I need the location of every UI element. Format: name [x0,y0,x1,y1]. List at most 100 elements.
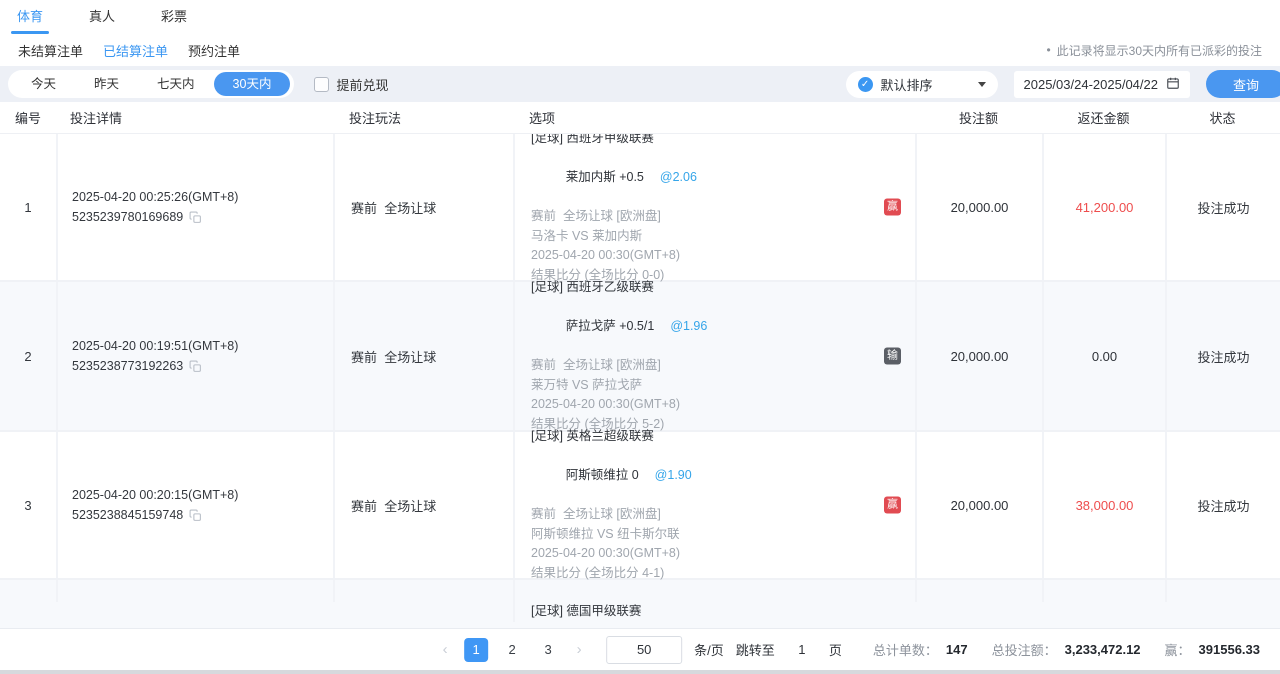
page-1-button[interactable]: 1 [464,638,488,662]
row-number: 2 [0,282,56,430]
table-row: 1 2025-04-20 00:25:26(GMT+8) 52352397801… [0,134,1280,282]
copy-icon[interactable] [189,509,202,522]
bet-play-cell: 赛前 全场让球 [333,282,513,430]
odds-value: @1.96 [670,319,707,333]
header-payout: 返还金额 [1042,108,1165,127]
page-2-button[interactable]: 2 [500,638,524,662]
bet-detail-cell [56,580,333,602]
record-note: • 此记录将显示30天内所有已派彩的投注 [1046,42,1272,59]
subtab-settled[interactable]: 已结算注单 [93,41,178,60]
filter-today[interactable]: 今天 [12,72,75,96]
total-win-label: 赢： [1165,640,1191,659]
stake-amount: 20,000.00 [915,432,1042,578]
stake-amount: 20,000.00 [915,282,1042,430]
bet-time: 2025-04-20 00:19:51(GMT+8) [72,339,333,353]
total-stake-label: 总投注额： [992,640,1057,659]
quick-date-filter-group: 今天 昨天 七天内 30天内 [8,70,294,98]
bet-detail-cell: 2025-04-20 00:20:15(GMT+8) 5235238845159… [56,432,333,578]
tab-sports-label: 体育 [17,9,43,24]
subtab-reserved[interactable]: 预约注单 [178,41,250,60]
subtab-unsettled[interactable]: 未结算注单 [8,41,93,60]
bet-play-cell [333,580,513,602]
bet-play-cell: 赛前 全场让球 [333,432,513,578]
sort-dropdown-value: 默认排序 [881,75,970,94]
pick-name: 莱加内斯 +0.5 [566,170,644,184]
page-unit-label: 页 [829,640,842,659]
filter-30days[interactable]: 30天内 [214,72,291,96]
row-number [0,580,56,602]
cashout-filter[interactable]: 提前兑现 [314,75,388,94]
total-count-value: 147 [946,642,968,657]
page-3-button[interactable]: 3 [536,638,560,662]
search-button[interactable]: 查询 [1206,70,1280,98]
cashout-label: 提前兑现 [336,75,388,94]
total-win-value: 391556.33 [1199,642,1260,657]
filter-bar: 今天 昨天 七天内 30天内 提前兑现 ✓ 默认排序 2025/03/24-20… [0,66,1280,102]
payout-amount: 41,200.00 [1076,200,1134,215]
table-row: 2 2025-04-20 00:19:51(GMT+8) 52352387731… [0,282,1280,432]
table-body: 1 2025-04-20 00:25:26(GMT+8) 52352397801… [0,134,1280,628]
play-detail: 赛前 全场让球 [欧洲盘] [531,207,915,227]
bet-time: 2025-04-20 00:20:15(GMT+8) [72,488,333,502]
tab-live-casino[interactable]: 真人 [89,0,115,34]
table-header: 编号 投注详情 投注玩法 选项 投注额 返还金额 状态 [0,102,1280,134]
payout-amount: 38,000.00 [1076,498,1134,513]
calendar-icon [1166,76,1180,93]
league-name: [足球] 西班牙乙级联赛 [531,278,915,298]
filter-right-controls: ✓ 默认排序 2025/03/24-2025/04/22 查询 [846,70,1272,98]
page-size-input[interactable] [606,636,682,664]
next-page-icon[interactable]: › [572,641,586,658]
jump-to-label: 跳转至 [736,640,775,659]
row-number: 3 [0,432,56,578]
row-number: 1 [0,134,56,280]
match-time: 2025-04-20 00:30(GMT+8) [531,395,915,415]
tab-live-casino-label: 真人 [89,9,115,24]
match-time: 2025-04-20 00:30(GMT+8) [531,246,915,266]
total-count-label: 总计单数： [873,640,938,659]
pick-name: 阿斯顿维拉 0 [566,468,639,482]
bet-id: 5235238773192263 [72,359,183,373]
active-tab-underline [11,31,49,34]
odds-value: @1.90 [655,468,692,482]
header-stake: 投注额 [915,108,1042,127]
bet-detail-cell: 2025-04-20 00:19:51(GMT+8) 5235238773192… [56,282,333,430]
payout-amount [1042,580,1165,602]
per-page-label: 条/页 [694,640,724,659]
record-note-text: 此记录将显示30天内所有已派彩的投注 [1057,42,1262,59]
date-range-value: 2025/03/24-2025/04/22 [1024,77,1158,92]
stake-amount: 20,000.00 [915,134,1042,280]
jump-page-input[interactable] [787,642,817,657]
tab-lottery-label: 彩票 [161,9,187,24]
header-option: 选项 [513,108,915,127]
copy-icon[interactable] [189,211,202,224]
match-teams: 莱万特 VS 萨拉戈萨 [531,376,915,396]
date-range-picker[interactable]: 2025/03/24-2025/04/22 [1014,71,1190,98]
pagination: ‹ 1 2 3 › 条/页 跳转至 页 [438,636,842,664]
sort-dropdown[interactable]: ✓ 默认排序 [846,71,998,98]
bet-option-cell: [足球] 西班牙乙级联赛 萨拉戈萨 +0.5/1@1.96 赛前 全场让球 [欧… [513,282,915,430]
payout-amount: 0.00 [1092,349,1117,364]
sub-tab-bar: 未结算注单 已结算注单 预约注单 • 此记录将显示30天内所有已派彩的投注 [0,34,1280,66]
bet-option-cell: [足球] 英格兰超级联赛 阿斯顿维拉 0@1.90 赛前 全场让球 [欧洲盘] … [513,432,915,578]
stake-amount [915,580,1042,602]
bet-status [1165,580,1280,602]
tab-lottery[interactable]: 彩票 [161,0,187,34]
header-play: 投注玩法 [333,108,513,127]
tab-sports[interactable]: 体育 [17,0,43,34]
bet-status: 投注成功 [1165,432,1280,578]
chevron-down-icon [978,82,986,87]
play-detail: 赛前 全场让球 [欧洲盘] [531,505,915,525]
totals-summary: 总计单数： 147 总投注额： 3,233,472.12 赢： 391556.3… [873,640,1280,659]
league-name: [足球] 西班牙甲级联赛 [531,134,915,149]
league-name: [足球] 英格兰超级联赛 [531,427,915,447]
result-badge: 赢 [884,199,901,216]
horizontal-scrollbar[interactable] [0,670,1280,674]
sort-check-icon: ✓ [858,77,873,92]
filter-7days[interactable]: 七天内 [138,72,214,96]
prev-page-icon[interactable]: ‹ [438,641,452,658]
filter-yesterday[interactable]: 昨天 [75,72,138,96]
copy-icon[interactable] [189,360,202,373]
match-time: 2025-04-20 00:30(GMT+8) [531,544,915,564]
bet-option-cell: [足球] 德国甲级联赛 [513,580,915,622]
cashout-checkbox[interactable] [314,77,329,92]
